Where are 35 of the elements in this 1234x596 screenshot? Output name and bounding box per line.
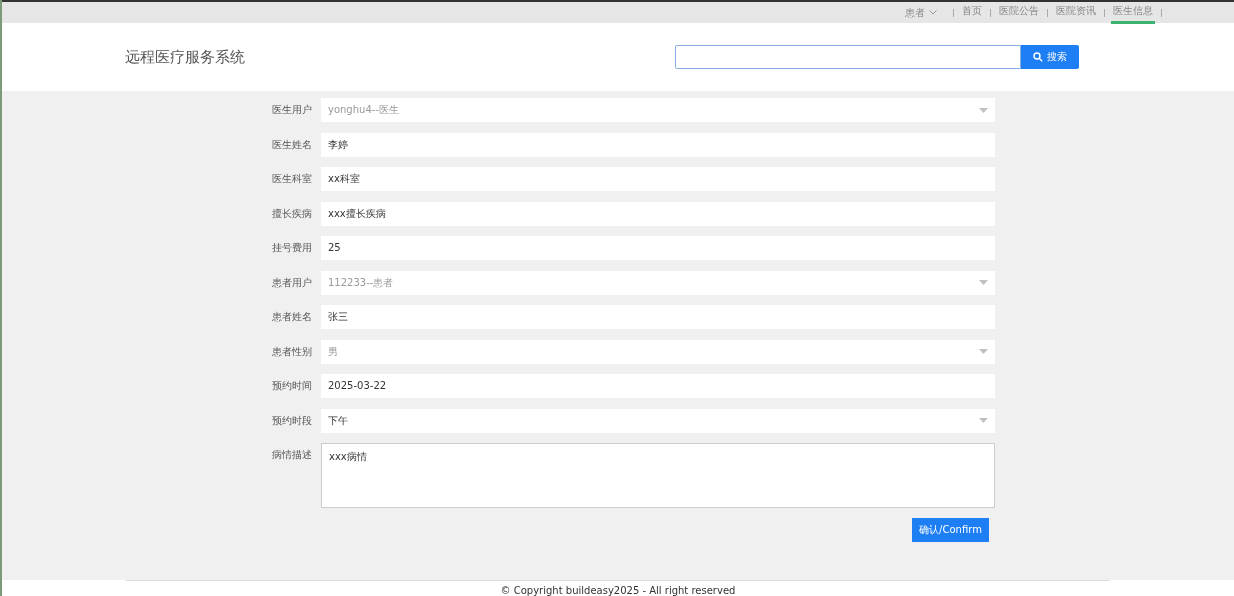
confirm-button[interactable]: 确认/Confirm (912, 517, 989, 542)
dropdown-arrow-icon (979, 349, 988, 354)
input-field[interactable]: 李婷 (321, 132, 995, 157)
input-field[interactable]: 张三 (321, 305, 995, 329)
input-field[interactable]: 25 (321, 236, 995, 260)
input-field[interactable]: xxx擅长疾病 (321, 201, 995, 226)
field-label: 患者姓名 (271, 310, 312, 324)
dropdown-arrow-icon (979, 107, 988, 113)
nav-link[interactable]: 医生信息 (1111, 1, 1155, 24)
field-label: 医生科室 (271, 172, 312, 186)
field-label: 预约时间 (271, 379, 312, 393)
search-icon (1033, 52, 1043, 62)
search-button[interactable]: 搜索 (1021, 45, 1079, 69)
nav-link[interactable]: 首页 (960, 1, 984, 24)
site-title: 远程医疗服务系统 (125, 47, 245, 67)
textarea-field[interactable]: xxx病情 (321, 443, 995, 508)
input-field[interactable]: 2025-03-22 (321, 374, 995, 398)
nav-link[interactable]: 医院资讯 (1054, 1, 1098, 24)
user-menu[interactable]: 患者 (905, 5, 937, 20)
input-field[interactable]: xx科室 (321, 167, 995, 191)
field-label: 患者用户 (271, 275, 312, 290)
search-field[interactable] (675, 45, 1021, 69)
dropdown-arrow-icon (979, 280, 988, 285)
field-label: 挂号费用 (271, 241, 312, 255)
field-label: 预约时段 (271, 413, 312, 428)
nav-link[interactable]: 医院公告 (997, 1, 1041, 24)
field-label: 病情描述 (271, 448, 312, 462)
select-field[interactable]: 下午 (321, 408, 995, 433)
caret-icon (929, 10, 937, 15)
field-label: 患者性别 (271, 344, 312, 359)
field-label: 医生姓名 (271, 137, 312, 152)
copyright-text: © Copyright buildeasy2025 - All right reserved (500, 584, 736, 596)
field-label: 擅长疾病 (271, 206, 312, 221)
dropdown-arrow-icon (979, 418, 988, 423)
field-label: 医生用户 (271, 103, 312, 117)
